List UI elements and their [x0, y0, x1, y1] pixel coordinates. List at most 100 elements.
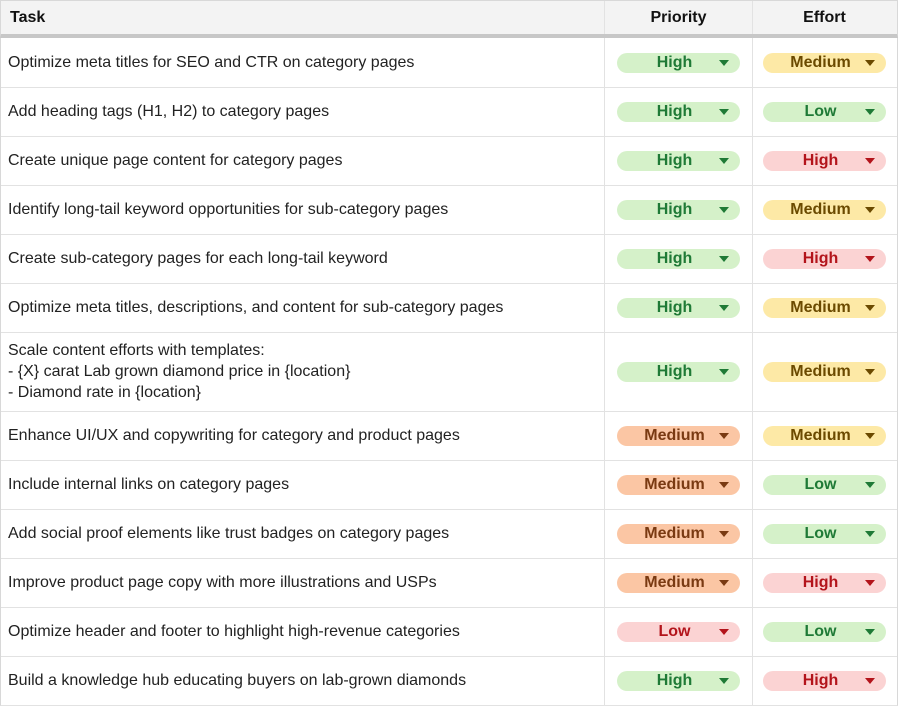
priority-value: Medium	[644, 475, 705, 493]
task-cell[interactable]: Build a knowledge hub educating buyers o…	[1, 656, 605, 705]
effort-dropdown-chip[interactable]: Medium	[763, 361, 886, 382]
table-row: Enhance UI/UX and copywriting for catego…	[0, 411, 898, 461]
task-cell[interactable]: Add heading tags (H1, H2) to category pa…	[1, 87, 605, 136]
effort-cell: High	[753, 656, 896, 705]
priority-value: Medium	[644, 524, 705, 542]
effort-dropdown-chip[interactable]: Low	[763, 101, 886, 122]
chevron-down-icon[interactable]	[719, 579, 729, 586]
task-cell[interactable]: Optimize meta titles for SEO and CTR on …	[1, 38, 605, 87]
chevron-down-icon[interactable]	[719, 368, 729, 375]
effort-dropdown-chip[interactable]: Medium	[763, 425, 886, 446]
priority-cell: High	[605, 332, 753, 411]
table-row: Add social proof elements like trust bad…	[0, 509, 898, 559]
effort-dropdown-chip[interactable]: Low	[763, 474, 886, 495]
chevron-down-icon[interactable]	[865, 206, 875, 213]
priority-value: High	[656, 53, 693, 71]
chevron-down-icon[interactable]	[719, 108, 729, 115]
chevron-down-icon[interactable]	[865, 108, 875, 115]
column-header-priority[interactable]: Priority	[605, 1, 753, 34]
effort-value: Low	[804, 102, 837, 120]
effort-dropdown-chip[interactable]: Medium	[763, 297, 886, 318]
priority-dropdown-chip[interactable]: Medium	[617, 425, 740, 446]
priority-dropdown-chip[interactable]: Medium	[617, 523, 740, 544]
task-text: Add social proof elements like trust bad…	[8, 525, 450, 542]
priority-dropdown-chip[interactable]: High	[617, 670, 740, 691]
priority-cell: Medium	[605, 509, 753, 558]
chevron-down-icon[interactable]	[719, 628, 729, 635]
table-row: Build a knowledge hub educating buyers o…	[0, 656, 898, 706]
table-row: Add heading tags (H1, H2) to category pa…	[0, 87, 898, 137]
column-header-effort[interactable]: Effort	[753, 1, 896, 34]
effort-value: Low	[804, 622, 837, 640]
chevron-down-icon[interactable]	[865, 481, 875, 488]
chevron-down-icon[interactable]	[719, 157, 729, 164]
priority-dropdown-chip[interactable]: High	[617, 101, 740, 122]
chevron-down-icon[interactable]	[865, 677, 875, 684]
effort-cell: High	[753, 558, 896, 607]
table-row: Create sub-category pages for each long-…	[0, 234, 898, 284]
chevron-down-icon[interactable]	[865, 304, 875, 311]
chevron-down-icon[interactable]	[865, 368, 875, 375]
effort-value: Low	[804, 475, 837, 493]
task-cell[interactable]: Include internal links on category pages	[1, 460, 605, 509]
effort-dropdown-chip[interactable]: Medium	[763, 52, 886, 73]
priority-value: High	[656, 362, 693, 380]
task-cell[interactable]: Improve product page copy with more illu…	[1, 558, 605, 607]
priority-dropdown-chip[interactable]: High	[617, 248, 740, 269]
chevron-down-icon[interactable]	[719, 432, 729, 439]
effort-dropdown-chip[interactable]: High	[763, 150, 886, 171]
effort-value: High	[802, 573, 839, 591]
priority-dropdown-chip[interactable]: High	[617, 52, 740, 73]
priority-dropdown-chip[interactable]: High	[617, 361, 740, 382]
effort-dropdown-chip[interactable]: High	[763, 670, 886, 691]
priority-dropdown-chip[interactable]: High	[617, 199, 740, 220]
table-row: Include internal links on category pages…	[0, 460, 898, 510]
chevron-down-icon[interactable]	[719, 59, 729, 66]
effort-cell: Medium	[753, 185, 896, 234]
chevron-down-icon[interactable]	[719, 677, 729, 684]
column-header-task[interactable]: Task	[1, 1, 605, 34]
chevron-down-icon[interactable]	[719, 481, 729, 488]
task-cell[interactable]: Optimize meta titles, descriptions, and …	[1, 283, 605, 332]
chevron-down-icon[interactable]	[865, 157, 875, 164]
effort-cell: Medium	[753, 38, 896, 87]
effort-dropdown-chip[interactable]: Low	[763, 523, 886, 544]
effort-dropdown-chip[interactable]: High	[763, 572, 886, 593]
priority-cell: High	[605, 234, 753, 283]
task-cell[interactable]: Scale content efforts with templates: - …	[1, 332, 605, 411]
chevron-down-icon[interactable]	[865, 628, 875, 635]
priority-value: High	[656, 249, 693, 267]
task-cell[interactable]: Identify long-tail keyword opportunities…	[1, 185, 605, 234]
effort-dropdown-chip[interactable]: High	[763, 248, 886, 269]
priority-dropdown-chip[interactable]: High	[617, 297, 740, 318]
task-cell[interactable]: Create unique page content for category …	[1, 136, 605, 185]
priority-dropdown-chip[interactable]: Medium	[617, 474, 740, 495]
chevron-down-icon[interactable]	[865, 432, 875, 439]
effort-value: Medium	[790, 362, 851, 380]
effort-dropdown-chip[interactable]: Low	[763, 621, 886, 642]
chevron-down-icon[interactable]	[719, 530, 729, 537]
task-text: Include internal links on category pages	[8, 476, 290, 493]
priority-dropdown-chip[interactable]: Low	[617, 621, 740, 642]
priority-cell: High	[605, 656, 753, 705]
chevron-down-icon[interactable]	[865, 530, 875, 537]
effort-cell: Medium	[753, 283, 896, 332]
priority-dropdown-chip[interactable]: Medium	[617, 572, 740, 593]
task-text: Create unique page content for category …	[8, 152, 343, 169]
task-text: Improve product page copy with more illu…	[8, 574, 437, 591]
task-text: Scale content efforts with templates: - …	[8, 342, 351, 401]
chevron-down-icon[interactable]	[865, 579, 875, 586]
effort-dropdown-chip[interactable]: Medium	[763, 199, 886, 220]
priority-dropdown-chip[interactable]: High	[617, 150, 740, 171]
chevron-down-icon[interactable]	[719, 304, 729, 311]
task-cell[interactable]: Add social proof elements like trust bad…	[1, 509, 605, 558]
task-cell[interactable]: Optimize header and footer to highlight …	[1, 607, 605, 656]
chevron-down-icon[interactable]	[865, 59, 875, 66]
chevron-down-icon[interactable]	[719, 206, 729, 213]
task-cell[interactable]: Enhance UI/UX and copywriting for catego…	[1, 411, 605, 460]
task-cell[interactable]: Create sub-category pages for each long-…	[1, 234, 605, 283]
priority-cell: Low	[605, 607, 753, 656]
chevron-down-icon[interactable]	[719, 255, 729, 262]
effort-cell: High	[753, 136, 896, 185]
chevron-down-icon[interactable]	[865, 255, 875, 262]
